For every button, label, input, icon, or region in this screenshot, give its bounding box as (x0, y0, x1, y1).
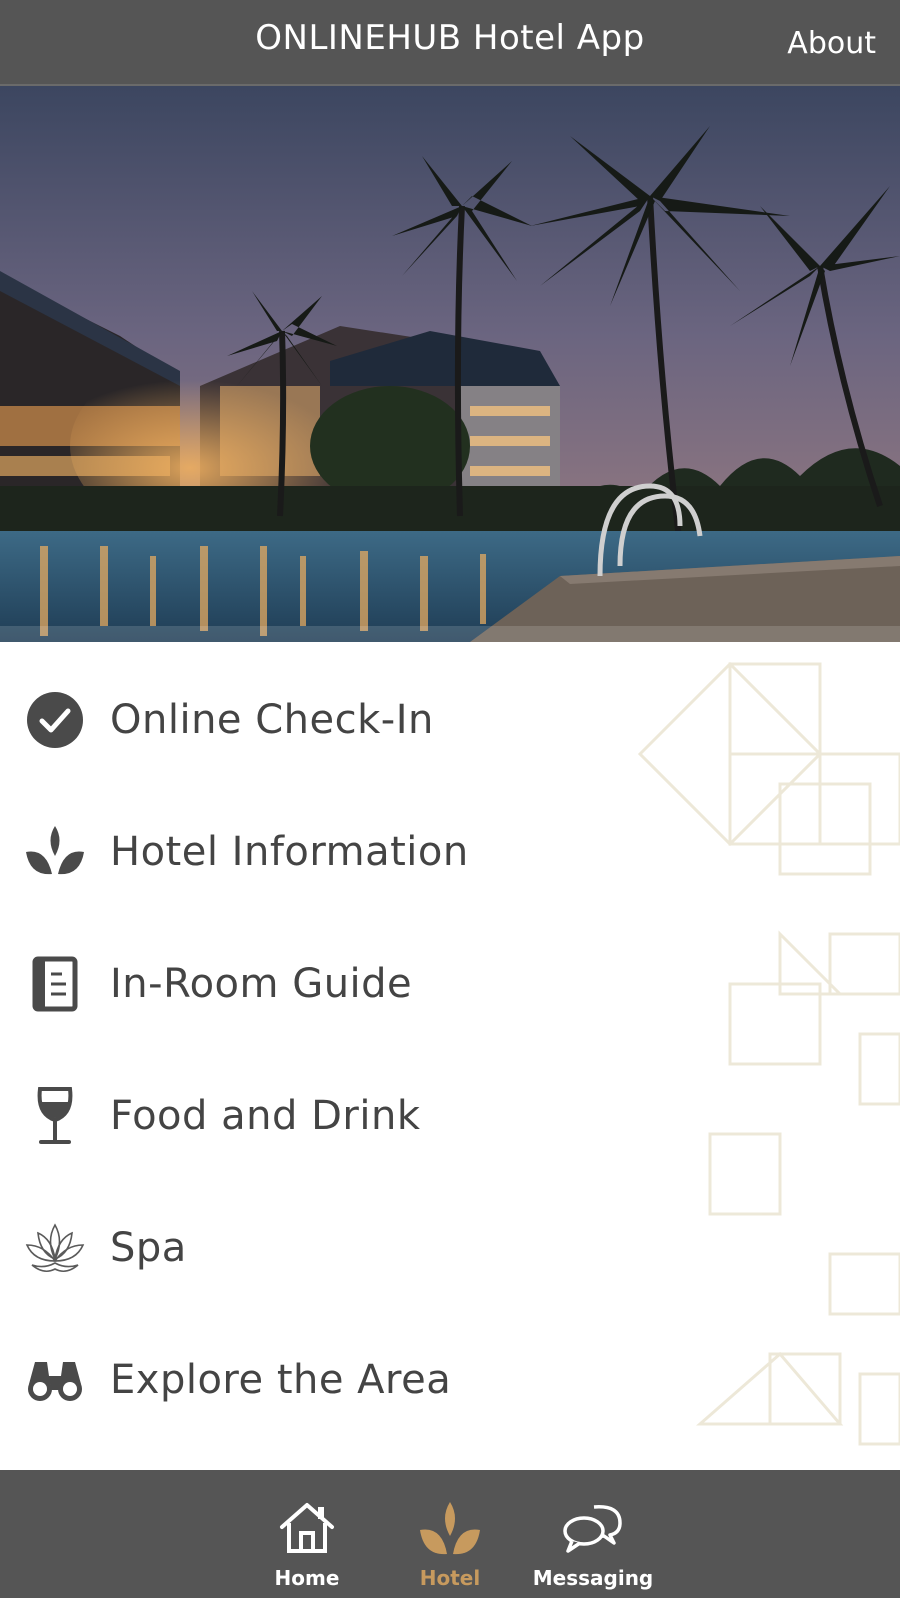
menu-item-label: In-Room Guide (110, 961, 413, 1007)
menu-item-label: Hotel Information (110, 829, 469, 875)
menu-item-label: Explore the Area (110, 1357, 452, 1403)
menu-item-hotel-information[interactable]: Hotel Information (0, 786, 900, 918)
hotel-menu: Online Check-In Hotel Information In-Roo… (0, 654, 900, 1470)
menu-item-online-check-in[interactable]: Online Check-In (0, 654, 900, 786)
menu-item-label: Online Check-In (110, 697, 434, 743)
check-circle-icon (24, 689, 86, 751)
menu-item-label: Spa (110, 1225, 187, 1271)
binoculars-icon (24, 1349, 86, 1411)
tab-hotel[interactable]: Hotel (390, 1470, 510, 1598)
document-icon (24, 953, 86, 1015)
chat-bubbles-icon (561, 1498, 625, 1558)
tab-home[interactable]: Home (247, 1470, 367, 1598)
hero-image (0, 86, 900, 642)
menu-item-spa[interactable]: Spa (0, 1182, 900, 1314)
tab-label: Messaging (532, 1566, 654, 1590)
wine-glass-icon (24, 1085, 86, 1147)
bottom-nav: Home Hotel Messaging (0, 1470, 900, 1598)
app-header: ONLINEHUB Hotel App About (0, 0, 900, 86)
menu-item-explore-the-area[interactable]: Explore the Area (0, 1314, 900, 1446)
tab-label: Hotel (419, 1566, 481, 1590)
menu-item-food-and-drink[interactable]: Food and Drink (0, 1050, 900, 1182)
leaves-icon (24, 821, 86, 883)
about-button[interactable]: About (787, 26, 876, 61)
leaves-icon (418, 1498, 482, 1558)
menu-item-label: Food and Drink (110, 1093, 421, 1139)
lotus-icon (24, 1217, 86, 1279)
home-icon (275, 1498, 339, 1558)
app-title: ONLINEHUB Hotel App (255, 18, 645, 58)
menu-item-in-room-guide[interactable]: In-Room Guide (0, 918, 900, 1050)
tab-label: Home (274, 1566, 340, 1590)
tab-messaging[interactable]: Messaging (533, 1470, 653, 1598)
